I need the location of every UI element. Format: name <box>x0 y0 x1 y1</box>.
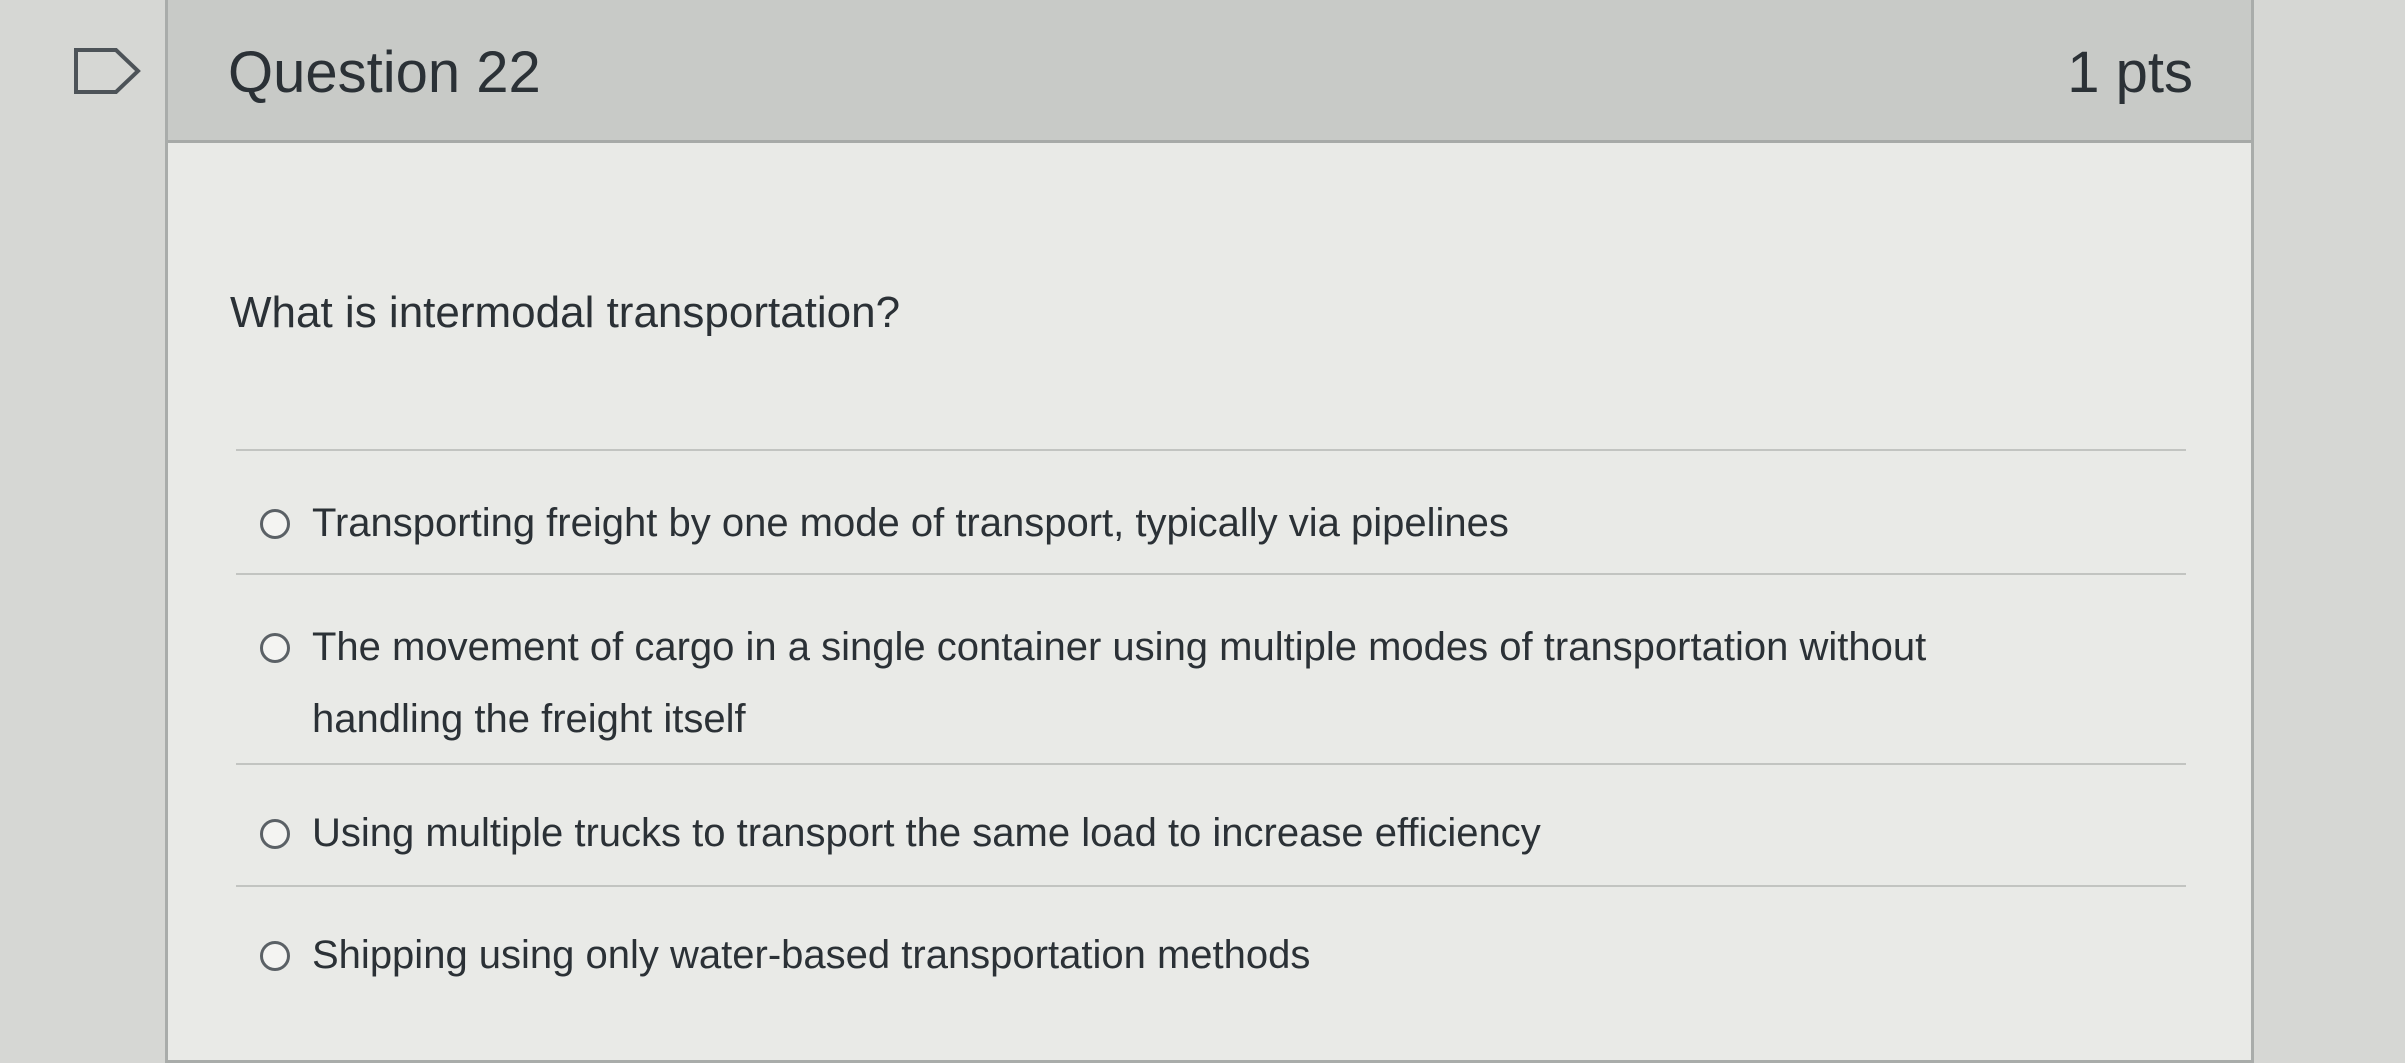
radio-unchecked-icon[interactable] <box>260 819 290 849</box>
question-card: Question 22 1 pts What is intermodal tra… <box>165 0 2254 1063</box>
question-header: Question 22 1 pts <box>168 0 2251 143</box>
answer-option-1[interactable]: Transporting freight by one mode of tran… <box>236 451 2186 573</box>
answer-label: Shipping using only water-based transpor… <box>312 933 1311 977</box>
answer-label: Transporting freight by one mode of tran… <box>312 501 1509 545</box>
question-text: What is intermodal transportation? <box>230 288 901 337</box>
answer-label: Using multiple trucks to transport the s… <box>312 811 1541 855</box>
answer-list: Transporting freight by one mode of tran… <box>236 449 2186 1017</box>
flag-question-icon <box>74 48 141 94</box>
answer-option-4[interactable]: Shipping using only water-based transpor… <box>236 887 2186 1017</box>
radio-unchecked-icon[interactable] <box>260 509 290 539</box>
answer-label: The movement of cargo in a single contai… <box>312 625 1927 741</box>
radio-unchecked-icon[interactable] <box>260 941 290 971</box>
question-title: Question 22 <box>228 40 541 105</box>
radio-unchecked-icon[interactable] <box>260 633 290 663</box>
question-points: 1 pts <box>2067 40 2193 105</box>
flag-question-button[interactable] <box>72 46 144 96</box>
answer-option-2[interactable]: The movement of cargo in a single contai… <box>236 575 2186 763</box>
answer-option-3[interactable]: Using multiple trucks to transport the s… <box>236 765 2186 885</box>
